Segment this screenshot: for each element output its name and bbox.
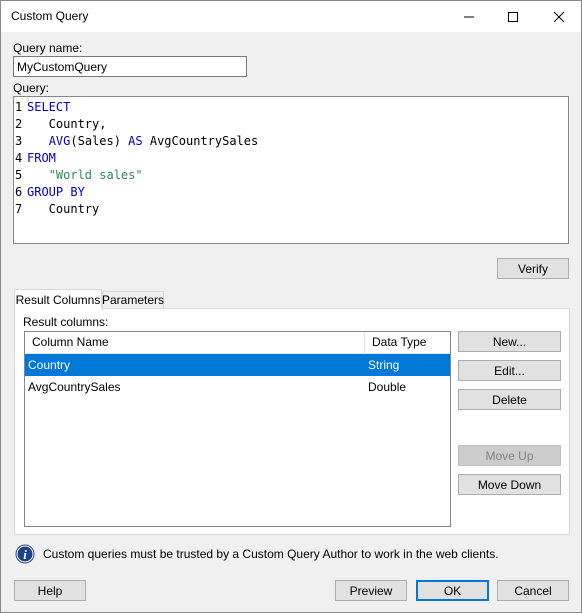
query-name-input[interactable]: MyCustomQuery bbox=[13, 56, 247, 77]
sql-keyword: FROM bbox=[27, 151, 56, 165]
move-down-button[interactable]: Move Down bbox=[458, 474, 561, 495]
row-column-name: AvgCountrySales bbox=[28, 380, 121, 394]
table-row[interactable]: AvgCountrySales Double bbox=[25, 376, 450, 398]
row-column-name: Country bbox=[28, 358, 71, 372]
sql-text: (Sales) bbox=[70, 134, 129, 148]
ok-button[interactable]: OK bbox=[416, 580, 489, 601]
line-number: 5 bbox=[15, 168, 23, 182]
code-text: SELECT bbox=[27, 99, 70, 116]
info-text: Custom queries must be trusted by a Cust… bbox=[43, 547, 499, 561]
help-button[interactable]: Help bbox=[14, 580, 86, 601]
close-icon bbox=[553, 11, 565, 22]
grid-header: Column Name Data Type bbox=[25, 332, 450, 354]
sql-text: Country, bbox=[27, 117, 107, 131]
header-divider bbox=[364, 332, 365, 353]
data-type-header[interactable]: Data Type bbox=[372, 332, 426, 353]
table-row[interactable]: Country String bbox=[25, 354, 450, 376]
sql-keyword: SELECT bbox=[27, 100, 71, 114]
code-text: GROUP BY bbox=[27, 184, 85, 201]
delete-column-button[interactable]: Delete bbox=[458, 389, 561, 410]
code-text: FROM bbox=[27, 150, 56, 167]
custom-query-dialog: Custom Query Query name: MyCustomQuery Q… bbox=[0, 0, 582, 613]
query-label: Query: bbox=[13, 81, 50, 95]
move-up-button[interactable]: Move Up bbox=[458, 445, 561, 466]
query-name-value: MyCustomQuery bbox=[17, 60, 108, 74]
sql-keyword: AS bbox=[128, 134, 143, 148]
line-number: 2 bbox=[15, 117, 23, 131]
row-data-type: Double bbox=[368, 380, 407, 394]
code-text: Country bbox=[27, 201, 100, 218]
preview-button[interactable]: Preview bbox=[335, 580, 407, 601]
sql-text: AvgCountrySales bbox=[142, 134, 259, 148]
line-number: 6 bbox=[15, 185, 23, 199]
sql-keyword: GROUP BY bbox=[27, 185, 85, 199]
window-title: Custom Query bbox=[11, 9, 89, 23]
query-editor[interactable]: 1 SELECT 2 Country, 3 AVG(Sales) AS AvgCoun… bbox=[13, 96, 569, 244]
sql-keyword: AVG bbox=[48, 134, 71, 148]
line-number: 1 bbox=[15, 100, 23, 114]
minimize-icon bbox=[464, 16, 474, 17]
new-column-button[interactable]: New... bbox=[458, 331, 561, 352]
result-columns-grid[interactable]: Column Name Data Type Country String Avg… bbox=[24, 331, 451, 527]
line-number: 3 bbox=[15, 134, 23, 148]
line-number: 4 bbox=[15, 151, 23, 165]
edit-column-button[interactable]: Edit... bbox=[458, 360, 561, 381]
sql-string: "World sales" bbox=[48, 168, 143, 182]
minimize-button[interactable] bbox=[447, 1, 491, 32]
title-bar: Custom Query bbox=[1, 1, 581, 32]
code-text: AVG(Sales) AS AvgCountrySales bbox=[27, 133, 259, 150]
verify-button[interactable]: Verify bbox=[497, 258, 569, 279]
sql-text: Country bbox=[27, 202, 100, 216]
close-button[interactable] bbox=[537, 1, 581, 32]
code-text: "World sales" bbox=[27, 167, 143, 184]
query-name-label: Query name: bbox=[13, 41, 83, 55]
maximize-button[interactable] bbox=[491, 1, 535, 32]
code-text: Country, bbox=[27, 116, 107, 133]
svg-text:i: i bbox=[23, 547, 27, 562]
row-data-type: String bbox=[368, 358, 400, 372]
tab-parameters[interactable]: Parameters bbox=[102, 291, 164, 309]
maximize-icon bbox=[508, 11, 518, 22]
cancel-button[interactable]: Cancel bbox=[497, 580, 569, 601]
info-icon: i bbox=[15, 544, 35, 564]
tab-result-columns[interactable]: Result Columns bbox=[14, 289, 102, 309]
result-columns-label: Result columns: bbox=[23, 315, 109, 329]
column-name-header[interactable]: Column Name bbox=[32, 332, 109, 353]
line-number: 7 bbox=[15, 202, 23, 216]
